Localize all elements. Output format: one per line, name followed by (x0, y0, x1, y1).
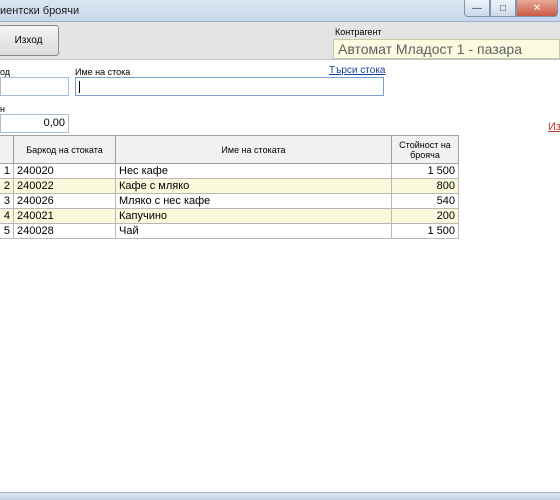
header-name[interactable]: Име на стоката (115, 135, 392, 164)
row-barcode[interactable]: 240022 (13, 178, 116, 194)
row-num: 4 (0, 208, 14, 224)
maximize-icon: □ (499, 2, 507, 14)
row-barcode[interactable]: 240028 (13, 223, 116, 239)
name-label: Име на стока (75, 67, 131, 77)
row-barcode[interactable]: 240026 (13, 193, 116, 209)
maximize-button[interactable]: □ (490, 0, 516, 17)
window-controls: — □ ✕ (464, 0, 558, 17)
row-name[interactable]: Чай (115, 223, 392, 239)
table-row[interactable]: 4 240021 Капучино 200 (0, 208, 459, 224)
window-title: иентски броячи (0, 5, 80, 17)
counterparty-field[interactable]: Автомат Младост 1 - пазара (333, 39, 560, 59)
sum-field[interactable]: 0,00 (0, 114, 69, 133)
minimize-button[interactable]: — (464, 0, 490, 17)
text-caret (79, 81, 80, 93)
side-link[interactable]: Из (548, 121, 560, 133)
table-row[interactable]: 1 240020 Нес кафе 1 500 (0, 163, 459, 179)
row-counter-value[interactable]: 200 (391, 208, 459, 224)
counters-table: Баркод на стоката Име на стоката Стойнос… (0, 135, 459, 239)
header-barcode[interactable]: Баркод на стоката (13, 135, 116, 164)
table-header-row: Баркод на стоката Име на стоката Стойнос… (0, 135, 459, 164)
code-label: од (0, 67, 11, 77)
row-num: 3 (0, 193, 14, 209)
row-num: 1 (0, 163, 14, 179)
header-counter-value[interactable]: Стойност на брояча (391, 135, 459, 164)
counterparty-label: Контрагент (335, 27, 382, 37)
row-counter-value[interactable]: 800 (391, 178, 459, 194)
exit-button[interactable]: Изход (0, 25, 59, 56)
row-barcode[interactable]: 240021 (13, 208, 116, 224)
sum-label: н (0, 104, 5, 114)
row-num: 2 (0, 178, 14, 194)
row-name[interactable]: Капучино (115, 208, 392, 224)
table-row[interactable]: 5 240028 Чай 1 500 (0, 223, 459, 239)
row-name[interactable]: Кафе с мляко (115, 178, 392, 194)
row-name[interactable]: Мляко с нес кафе (115, 193, 392, 209)
row-counter-value[interactable]: 1 500 (391, 223, 459, 239)
name-input[interactable] (75, 77, 384, 96)
row-barcode[interactable]: 240020 (13, 163, 116, 179)
code-field[interactable] (0, 77, 69, 96)
toolbar: Изход Контрагент Автомат Младост 1 - паз… (0, 22, 560, 60)
header-num[interactable] (0, 135, 14, 164)
status-bar (0, 492, 560, 500)
row-counter-value[interactable]: 1 500 (391, 163, 459, 179)
table-row[interactable]: 3 240026 Мляко с нес кафе 540 (0, 193, 459, 209)
search-goods-link[interactable]: Търси стока (329, 65, 385, 76)
title-bar: иентски броячи — □ ✕ (0, 0, 560, 22)
close-icon: ✕ (532, 2, 542, 14)
minimize-icon: — (472, 2, 482, 14)
table-row[interactable]: 2 240022 Кафе с мляко 800 (0, 178, 459, 194)
row-counter-value[interactable]: 540 (391, 193, 459, 209)
close-button[interactable]: ✕ (516, 0, 558, 17)
row-name[interactable]: Нес кафе (115, 163, 392, 179)
row-num: 5 (0, 223, 14, 239)
